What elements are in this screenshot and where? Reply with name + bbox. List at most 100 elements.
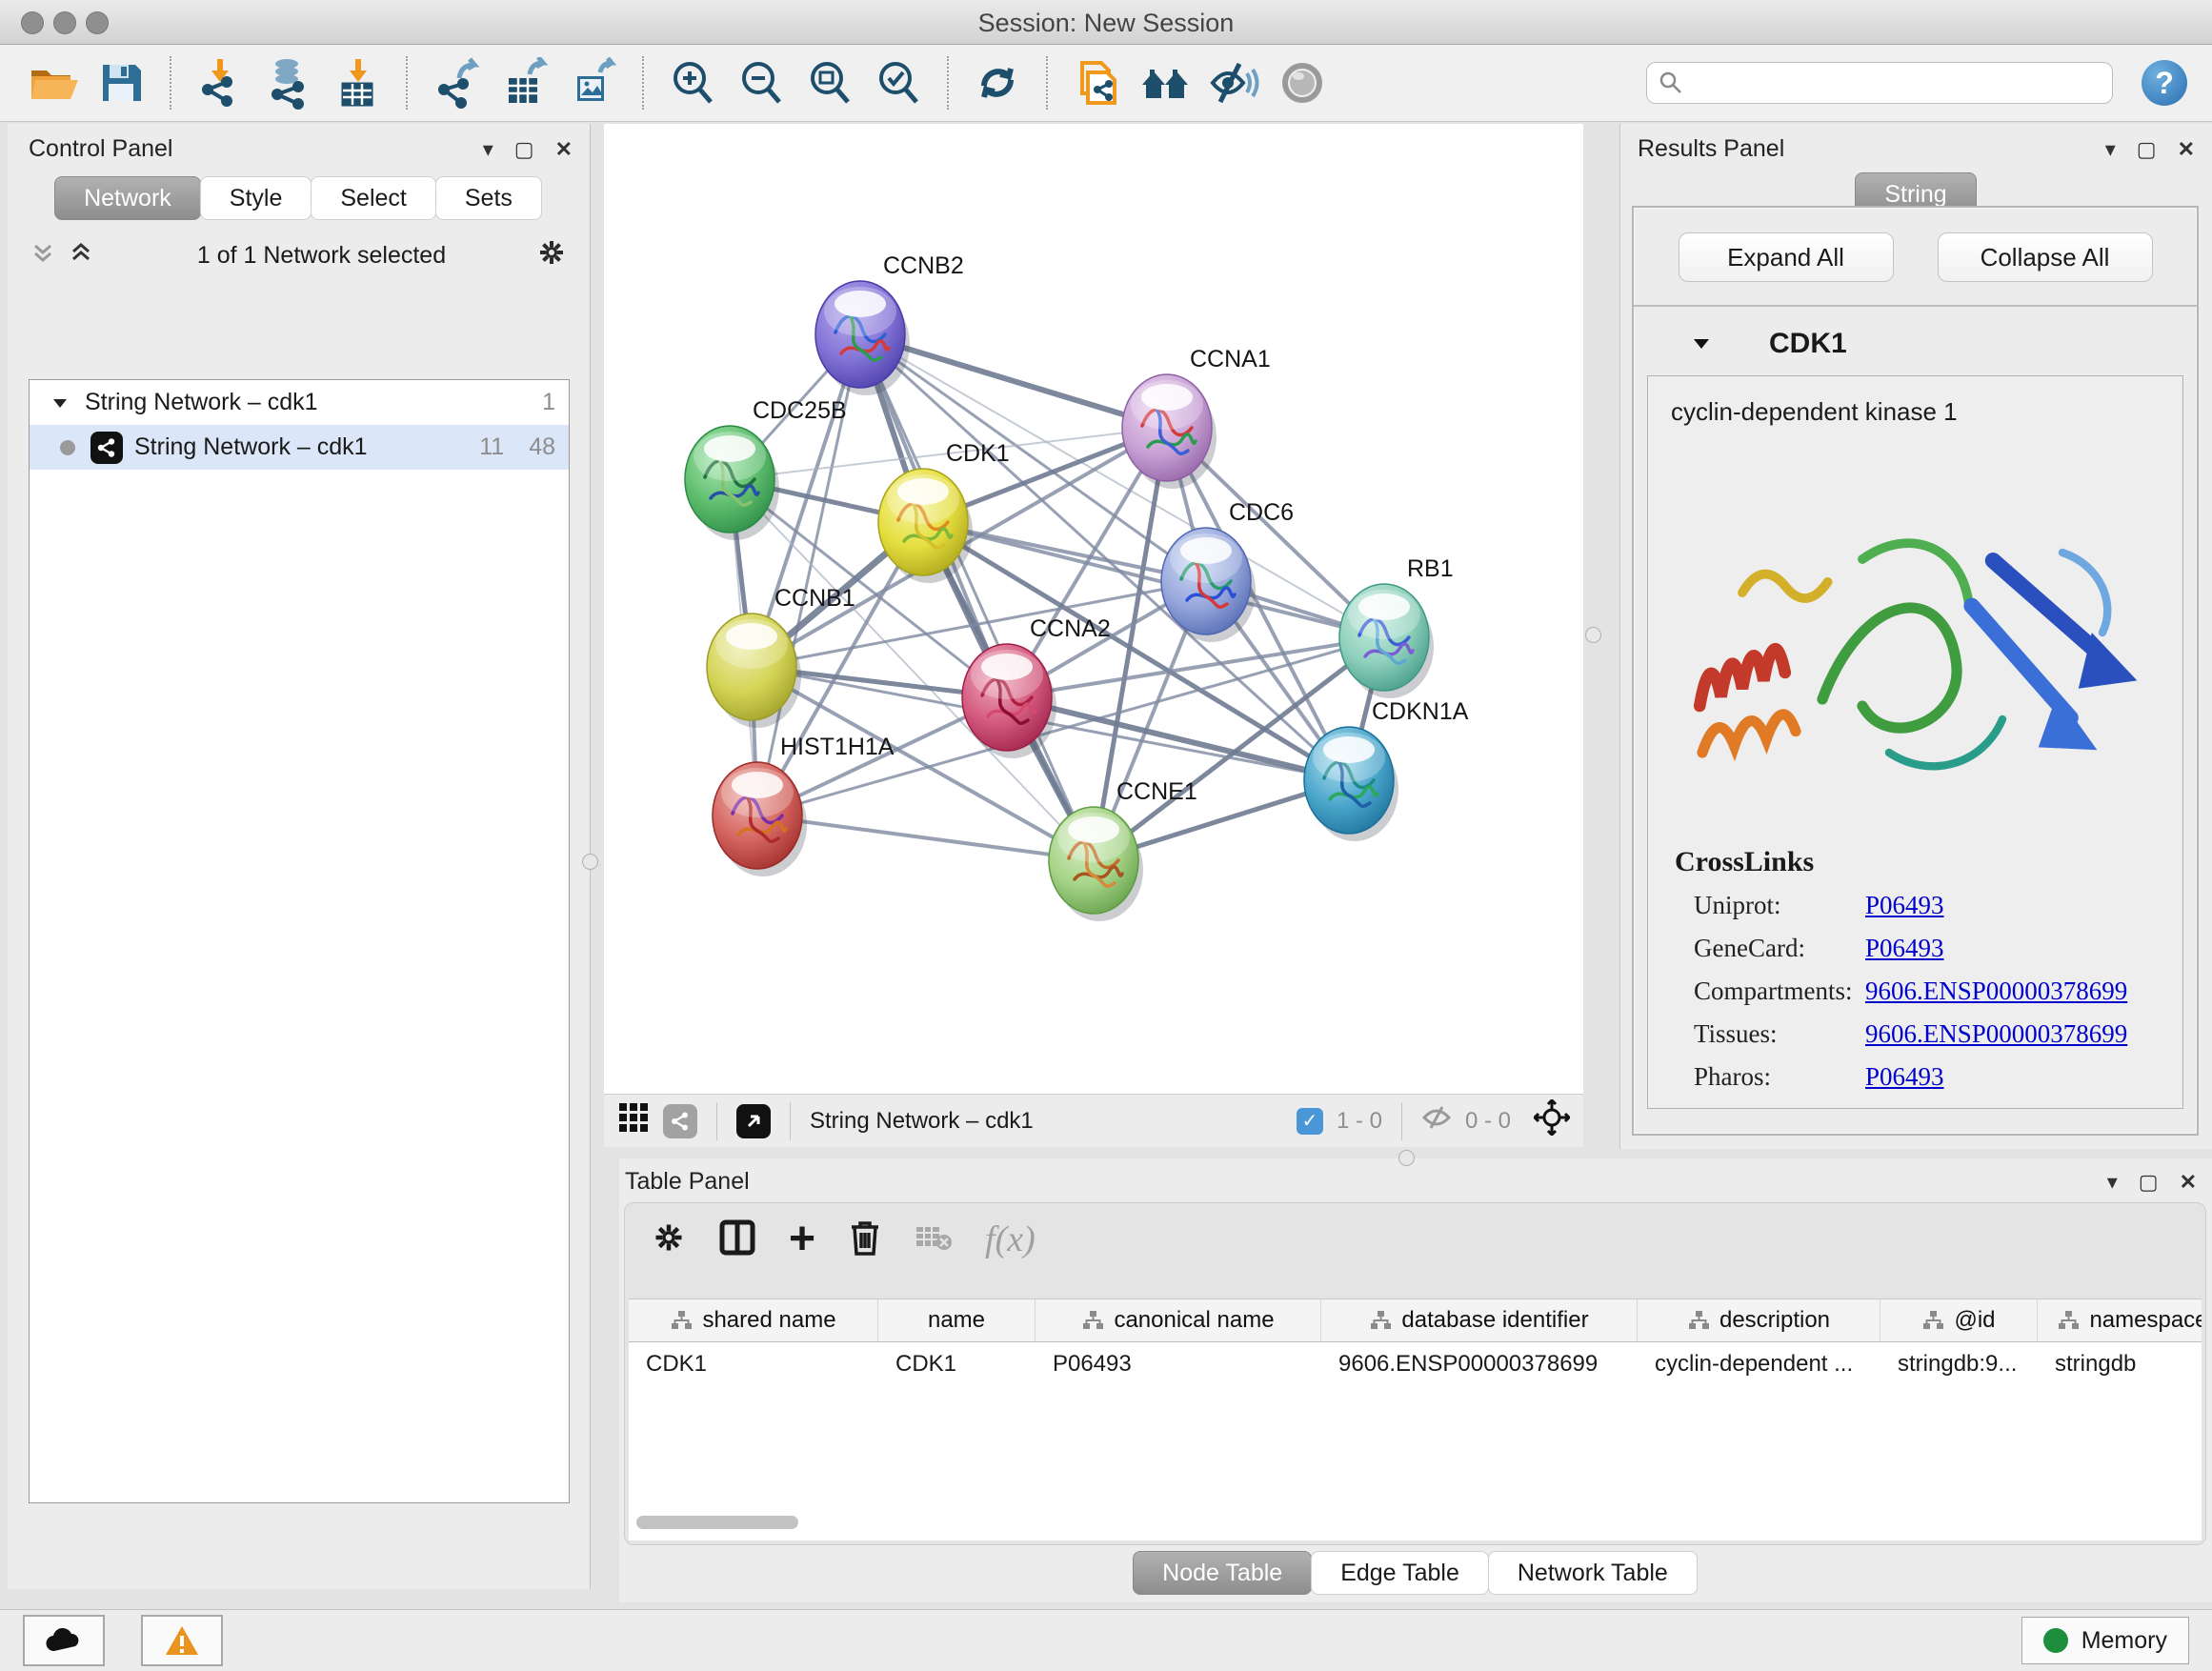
tab-edge-table[interactable]: Edge Table <box>1311 1551 1489 1595</box>
tab-node-table[interactable]: Node Table <box>1133 1551 1312 1595</box>
tab-style[interactable]: Style <box>200 176 312 220</box>
network-share-icon[interactable] <box>663 1104 697 1138</box>
crosslink-link[interactable]: P06493 <box>1865 1062 1944 1092</box>
show-column-panel-icon[interactable] <box>718 1218 756 1261</box>
splitter-grip[interactable] <box>1585 627 1601 643</box>
zoom-out-icon[interactable] <box>734 55 789 111</box>
function-builder-icon[interactable]: f(x) <box>985 1218 1036 1260</box>
column-header-database-identifier[interactable]: database identifier <box>1321 1299 1638 1341</box>
tab-select[interactable]: Select <box>311 176 435 220</box>
add-column-icon[interactable]: + <box>789 1225 815 1254</box>
column-header-canonical-name[interactable]: canonical name <box>1036 1299 1321 1341</box>
horizontal-scrollbar[interactable] <box>636 1516 2202 1531</box>
edge-CCNB2-CCNE1[interactable] <box>860 334 1094 860</box>
panel-float-icon[interactable]: ▢ <box>2139 1170 2159 1195</box>
hide-glass-effect-icon[interactable] <box>1206 55 1261 111</box>
zoom-selected-icon[interactable] <box>871 55 926 111</box>
panel-float-icon[interactable]: ▢ <box>514 137 534 162</box>
column-header--id[interactable]: @id <box>1880 1299 2038 1341</box>
panel-menu-icon[interactable]: ▾ <box>2107 1170 2118 1195</box>
apply-layout-icon[interactable] <box>970 55 1025 111</box>
disclosure-triangle-icon[interactable] <box>50 393 70 413</box>
panel-close-icon[interactable]: ✕ <box>2180 1170 2197 1195</box>
save-session-icon[interactable] <box>93 55 149 111</box>
network-options-gear-icon[interactable] <box>536 237 567 274</box>
node-CCNB2[interactable] <box>815 281 910 395</box>
column-header-name[interactable]: name <box>878 1299 1036 1341</box>
node-CCNA1[interactable] <box>1122 374 1217 489</box>
open-session-icon[interactable] <box>25 55 80 111</box>
search-box[interactable] <box>1646 62 2113 104</box>
node-CDK1[interactable] <box>878 469 973 583</box>
import-table-file-icon[interactable] <box>330 55 385 111</box>
search-input[interactable] <box>1691 69 2101 97</box>
column-header-namespace[interactable]: namespace <box>2038 1299 2202 1341</box>
splitter-grip[interactable] <box>582 854 598 870</box>
table-cell: CDK1 <box>878 1342 1036 1386</box>
clear-table-icon[interactable] <box>915 1223 953 1257</box>
panel-float-icon[interactable]: ▢ <box>2137 137 2157 162</box>
node-label-RB1: RB1 <box>1407 555 1454 582</box>
panel-menu-icon[interactable]: ▾ <box>483 137 493 162</box>
glass-ball-icon[interactable] <box>1275 55 1330 111</box>
pan-crosshair-icon[interactable] <box>1534 1099 1570 1142</box>
crosslink-link[interactable]: P06493 <box>1865 934 1944 963</box>
expand-all-icon[interactable] <box>69 240 93 272</box>
zoom-fit-icon[interactable] <box>802 55 857 111</box>
node-CDC6[interactable] <box>1161 528 1256 642</box>
crosslink-label: Tissues: <box>1694 1019 1865 1049</box>
warning-button[interactable] <box>141 1615 223 1666</box>
crosslink-link[interactable]: 9606.ENSP00000378699 <box>1865 976 2127 1006</box>
delete-column-icon[interactable] <box>848 1218 882 1261</box>
cloud-button[interactable] <box>23 1615 105 1666</box>
crosslink-link[interactable]: 9606.ENSP00000378699 <box>1865 1019 2127 1049</box>
collapse-section-icon[interactable] <box>1691 333 1712 354</box>
collapse-all-icon[interactable] <box>30 240 55 272</box>
node-CDC25B[interactable] <box>685 426 779 540</box>
help-icon[interactable]: ? <box>2142 60 2187 106</box>
grid-view-icon[interactable] <box>617 1101 650 1140</box>
column-header-description[interactable]: description <box>1638 1299 1880 1341</box>
collapse-all-button[interactable]: Collapse All <box>1938 232 2153 282</box>
node-RB1[interactable] <box>1339 584 1434 698</box>
column-header-shared-name[interactable]: shared name <box>629 1299 878 1341</box>
selected-checkbox-icon[interactable]: ✓ <box>1297 1108 1323 1135</box>
edge-HIST1H1A-CCNE1[interactable] <box>757 815 1094 860</box>
node-CCNE1[interactable] <box>1049 807 1143 921</box>
memory-button[interactable]: Memory <box>2021 1617 2189 1664</box>
node-CCNA2[interactable] <box>962 644 1056 758</box>
panel-close-icon[interactable]: ✕ <box>555 137 573 162</box>
panel-close-icon[interactable]: ✕ <box>2178 137 2195 162</box>
export-table-icon[interactable] <box>497 55 553 111</box>
node-HIST1H1A[interactable] <box>713 762 807 876</box>
network-graph[interactable]: CCNB2CCNA1CDC25BCDK1CDC6RB1CCNB1CCNA2CDK… <box>604 124 1583 1094</box>
import-network-database-icon[interactable] <box>261 55 316 111</box>
network-collection-row[interactable]: String Network – cdk1 1 <box>30 380 569 425</box>
zoom-in-icon[interactable] <box>665 55 720 111</box>
splitter-grip[interactable] <box>1398 1150 1415 1166</box>
duplicate-network-icon[interactable] <box>1069 55 1124 111</box>
collection-count: 1 <box>542 389 555 416</box>
crosslink-row: Uniprot:P06493 <box>1648 884 2182 927</box>
birds-eye-view-icon[interactable] <box>736 1104 771 1138</box>
crosslink-link[interactable]: P06493 <box>1865 891 1944 920</box>
network-canvas[interactable]: CCNB2CCNA1CDC25BCDK1CDC6RB1CCNB1CCNA2CDK… <box>604 124 1583 1147</box>
table-row[interactable]: CDK1CDK1P064939606.ENSP00000378699cyclin… <box>629 1342 2202 1386</box>
export-network-icon[interactable] <box>429 55 484 111</box>
network-row-selected[interactable]: String Network – cdk1 11 48 <box>30 425 569 470</box>
toolbar-separator <box>1046 56 1048 110</box>
node-CDKN1A[interactable] <box>1304 727 1398 841</box>
table-tabs: Node TableEdge TableNetwork Table <box>619 1551 2212 1595</box>
scrollbar-thumb[interactable] <box>636 1516 798 1529</box>
tab-network[interactable]: Network <box>54 176 201 220</box>
hidden-eye-icon[interactable] <box>1421 1102 1452 1139</box>
string-home-icon[interactable] <box>1137 55 1193 111</box>
node-CCNB1[interactable] <box>707 614 801 728</box>
tab-network-table[interactable]: Network Table <box>1488 1551 1698 1595</box>
tab-sets[interactable]: Sets <box>435 176 542 220</box>
expand-all-button[interactable]: Expand All <box>1679 232 1894 282</box>
panel-menu-icon[interactable]: ▾ <box>2105 137 2116 162</box>
table-settings-gear-icon[interactable] <box>652 1220 686 1259</box>
import-network-file-icon[interactable] <box>192 55 248 111</box>
export-image-icon[interactable] <box>566 55 621 111</box>
